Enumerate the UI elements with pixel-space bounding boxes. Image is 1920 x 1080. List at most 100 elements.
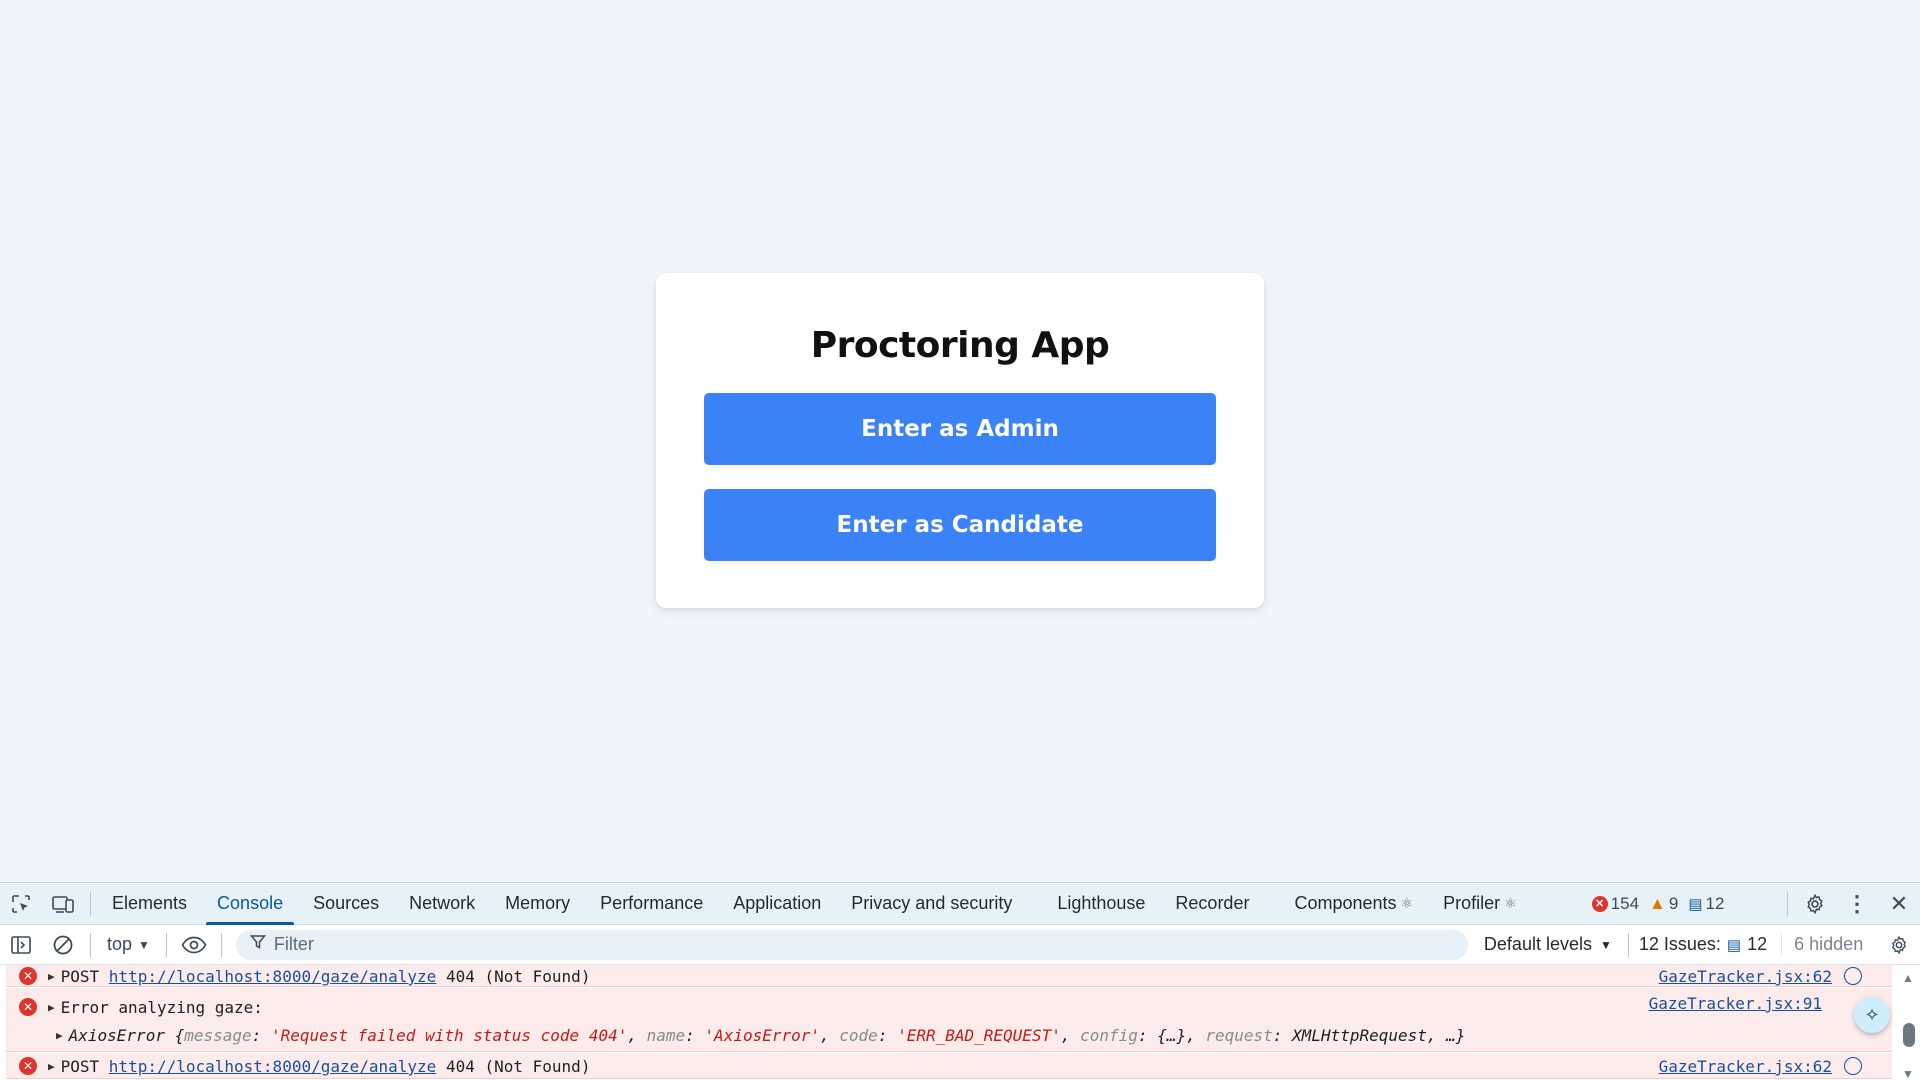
tab-console[interactable]: Console — [202, 883, 298, 925]
key: message — [184, 1026, 252, 1045]
device-toolbar-icon[interactable] — [42, 883, 84, 925]
issues-button[interactable]: 12 Issues: ▤ 12 — [1639, 934, 1767, 955]
console-toolbar: top ▼ Filter Default levels ▼ 12 Issues:… — [0, 925, 1920, 965]
error-icon: ✕ — [19, 1057, 37, 1075]
more-options-icon[interactable]: ⋮ — [1836, 883, 1878, 925]
expand-triangle-icon[interactable]: ▶ — [48, 1060, 55, 1073]
key: code — [839, 1026, 878, 1045]
log-source-link[interactable]: GazeTracker.jsx:62 — [1659, 1057, 1832, 1076]
enter-as-candidate-button[interactable]: Enter as Candidate — [704, 489, 1216, 561]
error-icon: ✕ — [1591, 895, 1608, 912]
tab-label: Performance — [600, 893, 704, 913]
expand-triangle-icon[interactable]: ▶ — [48, 970, 55, 983]
value: {…} — [1157, 1026, 1187, 1045]
tab-label: Network — [409, 893, 476, 913]
filter-input[interactable]: Filter — [235, 929, 1468, 960]
tab-label: Privacy and security — [851, 893, 1013, 913]
chevron-down-icon: ▼ — [138, 937, 150, 952]
issues-message-icon: ▤ — [1726, 936, 1742, 954]
tab-lighthouse[interactable]: Lighthouse — [1042, 883, 1160, 925]
tab-label: Recorder — [1175, 893, 1250, 913]
log-line: ▶ Error analyzing gaze: — [48, 998, 263, 1017]
divider — [1627, 932, 1629, 957]
login-card: Proctoring App Enter as Admin Enter as C… — [656, 273, 1264, 608]
tab-application[interactable]: Application — [718, 883, 836, 925]
context-value: top — [107, 934, 133, 954]
log-levels-dropdown[interactable]: Default levels ▼ — [1484, 934, 1612, 955]
log-line: ▶ POST http://localhost:8000/gaze/analyz… — [48, 1057, 590, 1076]
divider — [220, 932, 222, 957]
hidden-count: 6 hidden — [1781, 934, 1863, 955]
warning-icon: ▲ — [1649, 893, 1666, 913]
tab-label: Memory — [505, 893, 571, 913]
tab-sources[interactable]: Sources — [298, 883, 394, 925]
divider — [90, 932, 91, 957]
error-icon: ✕ — [19, 998, 37, 1016]
console-scrollbar[interactable]: ▲ ▼ — [1898, 965, 1920, 1080]
value: 'ERR_BAD_REQUEST' — [897, 1026, 1061, 1045]
context-selector[interactable]: top ▼ — [97, 934, 160, 955]
tab-performance[interactable]: Performance — [585, 883, 718, 925]
console-error-row[interactable]: ✕ ▶ Error analyzing gaze: ▶ AxiosError {… — [6, 988, 1892, 1052]
tab-label: Components — [1294, 893, 1397, 913]
tab-privacy-and-security[interactable]: Privacy and security — [836, 883, 1042, 925]
brace: , …} — [1426, 1026, 1466, 1045]
key: request — [1205, 1026, 1273, 1045]
tab-profiler[interactable]: Profiler ⚛ — [1428, 883, 1532, 925]
page-title: Proctoring App — [810, 325, 1110, 366]
tab-label: Lighthouse — [1057, 893, 1146, 913]
scroll-up-icon[interactable]: ▲ — [1902, 971, 1914, 985]
warning-count: ▲ 9 — [1649, 894, 1678, 914]
inspect-element-icon[interactable] — [0, 883, 42, 925]
error-count: ✕ 154 — [1591, 894, 1639, 914]
log-method: POST — [60, 967, 100, 986]
divider — [165, 932, 167, 957]
tab-label: Console — [217, 893, 284, 913]
tab-network[interactable]: Network — [394, 883, 490, 925]
devtools-controls: ⋮ ✕ — [1781, 883, 1920, 925]
warning-count-value: 9 — [1668, 893, 1679, 913]
expand-triangle-icon[interactable]: ▶ — [56, 1029, 63, 1042]
log-source-link[interactable]: GazeTracker.jsx:62 — [1659, 967, 1832, 986]
tab-recorder[interactable]: Recorder — [1160, 883, 1279, 925]
divider — [1787, 891, 1788, 916]
network-globe-icon[interactable] — [1844, 967, 1862, 985]
tab-components[interactable]: Components ⚛ — [1279, 883, 1428, 925]
console-output: ✕ ▶ POST http://localhost:8000/gaze/anal… — [0, 965, 1920, 1080]
log-url-link[interactable]: http://localhost:8000/gaze/analyze — [109, 967, 437, 986]
log-source-link[interactable]: GazeTracker.jsx:91 — [1649, 994, 1822, 1013]
log-status: 404 (Not Found) — [445, 967, 591, 986]
message-count-value: 12 — [1705, 893, 1725, 913]
clear-console-icon[interactable] — [42, 925, 84, 965]
sidebar-toggle-icon[interactable] — [0, 925, 42, 965]
tab-elements[interactable]: Elements — [97, 883, 202, 925]
log-status: 404 (Not Found) — [445, 1057, 591, 1076]
log-message: Error analyzing gaze: — [60, 998, 263, 1017]
settings-gear-icon[interactable] — [1794, 883, 1836, 925]
network-globe-icon[interactable] — [1844, 1057, 1862, 1075]
tab-label: Sources — [313, 893, 380, 913]
key: name — [646, 1026, 686, 1045]
close-icon[interactable]: ✕ — [1878, 883, 1920, 925]
console-settings-gear-icon[interactable] — [1878, 925, 1920, 965]
error-icon: ✕ — [19, 967, 37, 985]
issues-label: 12 Issues: — [1638, 934, 1721, 954]
log-levels-value: Default levels — [1483, 934, 1592, 954]
brace: { — [174, 1026, 185, 1045]
chevron-down-icon: ▼ — [1599, 937, 1612, 952]
console-counters[interactable]: ✕ 154 ▲ 9 ▤ 12 — [1591, 893, 1725, 914]
value: 'AxiosError' — [704, 1026, 821, 1045]
scrollbar-thumb[interactable] — [1903, 1023, 1915, 1047]
tab-label: Profiler — [1443, 893, 1501, 913]
live-expression-eye-icon[interactable] — [173, 925, 215, 965]
tab-memory[interactable]: Memory — [490, 883, 585, 925]
expand-triangle-icon[interactable]: ▶ — [48, 1001, 55, 1014]
value: XMLHttpRequest — [1292, 1026, 1427, 1045]
ai-assistance-icon[interactable]: ✧ — [1854, 997, 1890, 1033]
console-error-row[interactable]: ✕ ▶ POST http://localhost:8000/gaze/anal… — [6, 1053, 1892, 1079]
console-error-row[interactable]: ✕ ▶ POST http://localhost:8000/gaze/anal… — [6, 965, 1892, 987]
scroll-down-icon[interactable]: ▼ — [1902, 1067, 1914, 1080]
log-detail: ▶ AxiosError {message: 'Request failed w… — [56, 1026, 1466, 1045]
enter-as-admin-button[interactable]: Enter as Admin — [704, 393, 1216, 465]
log-url-link[interactable]: http://localhost:8000/gaze/analyze — [109, 1057, 437, 1076]
